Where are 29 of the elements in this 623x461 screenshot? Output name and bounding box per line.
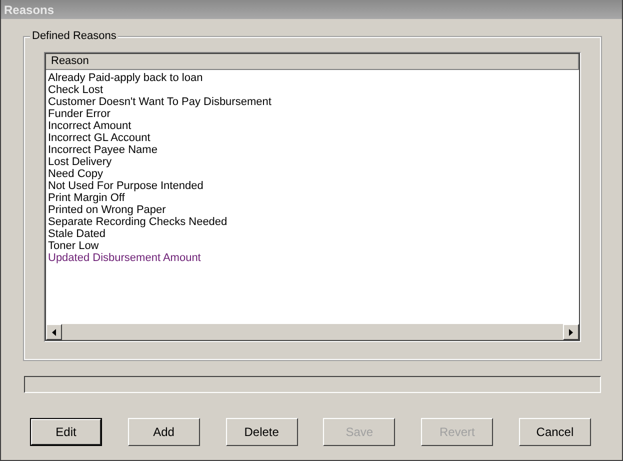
list-item[interactable]: Toner Low bbox=[48, 240, 580, 252]
action-button[interactable]: Delete bbox=[226, 418, 298, 446]
list-item[interactable]: Stale Dated bbox=[48, 228, 580, 240]
list-item[interactable]: Funder Error bbox=[48, 108, 580, 120]
list-item[interactable]: Separate Recording Checks Needed bbox=[48, 216, 580, 228]
list-item[interactable]: Lost Delivery bbox=[48, 156, 580, 168]
list-item[interactable]: Printed on Wrong Paper bbox=[48, 204, 580, 216]
action-button[interactable]: Add bbox=[128, 418, 200, 446]
left-arrow-icon bbox=[52, 328, 56, 336]
window-title: Reasons bbox=[4, 2, 54, 16]
list-item[interactable]: Check Lost bbox=[48, 84, 580, 96]
list-item[interactable]: Already Paid-apply back to loan bbox=[48, 72, 580, 84]
horizontal-scrollbar[interactable] bbox=[46, 324, 579, 340]
scroll-left-button[interactable] bbox=[46, 324, 62, 340]
list-item[interactable]: Updated Disbursement Amount bbox=[48, 252, 580, 264]
list-item[interactable]: Need Copy bbox=[48, 168, 580, 180]
list-item[interactable]: Customer Doesn't Want To Pay Disbursement bbox=[48, 96, 580, 108]
list-item[interactable]: Incorrect Amount bbox=[48, 120, 580, 132]
right-arrow-icon bbox=[569, 328, 573, 336]
group-title: Defined Reasons bbox=[30, 30, 118, 42]
list-item[interactable]: Print Margin Off bbox=[48, 192, 580, 204]
action-button[interactable]: Edit bbox=[30, 418, 102, 446]
list-item[interactable]: Incorrect GL Account bbox=[48, 132, 580, 144]
reason-list[interactable] bbox=[44, 52, 581, 342]
scroll-right-button[interactable] bbox=[563, 324, 579, 340]
list-item[interactable]: Not Used For Purpose Intended bbox=[48, 180, 580, 192]
column-header[interactable]: Reason bbox=[46, 54, 579, 69]
list-item[interactable]: Incorrect Payee Name bbox=[48, 144, 580, 156]
action-button[interactable]: Cancel bbox=[518, 418, 591, 446]
